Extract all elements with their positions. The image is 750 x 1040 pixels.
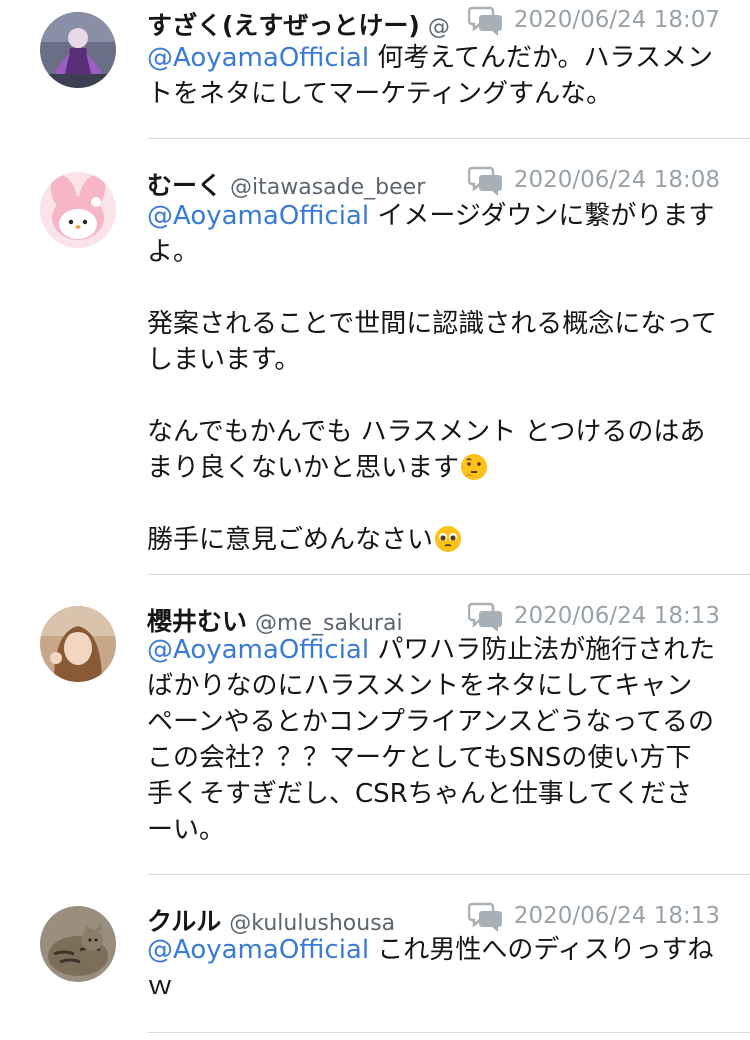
timestamp: 2020/06/24 18:13	[513, 903, 720, 929]
reply-item[interactable]: 櫻井むい @me_sakurai 2020/06/24 18:13 @Aoyama…	[0, 576, 750, 876]
speech-bubbles-icon	[467, 902, 502, 932]
reply-item[interactable]: むーく @itawasade_beer 2020/06/24 18:08 @Aoy…	[0, 140, 750, 576]
thinking-face-icon	[461, 454, 488, 480]
divider	[147, 574, 750, 575]
user-handle[interactable]: @	[428, 15, 450, 40]
reply-paragraph: 発案されることで世間に認識される概念になってしまいます。	[147, 309, 717, 375]
mention-link[interactable]: @AoyamaOfficial	[147, 43, 369, 73]
avatar[interactable]	[40, 172, 116, 248]
timestamp: 2020/06/24 18:07	[513, 7, 720, 33]
timestamp: 2020/06/24 18:08	[513, 167, 720, 193]
speech-bubbles-icon	[467, 6, 502, 36]
display-name[interactable]: すざく(えすぜっとけー)	[147, 11, 420, 40]
reply-paragraph: 勝手に意見ごめんなさい	[147, 525, 434, 555]
divider	[147, 138, 750, 139]
reply-text: @AoyamaOfficial パワハラ防止法が施行されたばかりなのにハラスメン…	[147, 632, 717, 848]
reply-body: パワハラ防止法が施行されたばかりなのにハラスメントをネタにしてキャンペーンやると…	[147, 635, 716, 845]
pleading-face-icon	[435, 526, 462, 552]
reply-item[interactable]: すざく(えすぜっとけー) @ 2020/06/24 18:07 @AoyamaOf…	[0, 0, 750, 140]
reply-text: @AoyamaOfficial 何考えてんだか。ハラスメントをネタにしてマーケテ…	[147, 40, 717, 112]
timestamp: 2020/06/24 18:13	[513, 603, 720, 629]
speech-bubbles-icon	[467, 166, 502, 196]
user-handle[interactable]: @itawasade_beer	[230, 175, 425, 200]
mention-link[interactable]: @AoyamaOfficial	[147, 935, 369, 965]
speech-bubbles-icon	[467, 602, 502, 632]
reply-paragraph: なんでもかんでも ハラスメント とつけるのはあまり良くないかと思います	[147, 417, 706, 483]
display-name[interactable]: むーく	[147, 171, 222, 200]
divider	[147, 874, 750, 875]
reply-text: @AoyamaOfficial これ男性へのディスりっすねｗ	[147, 932, 717, 1004]
avatar[interactable]	[40, 906, 116, 982]
reply-text: @AoyamaOfficial イメージダウンに繋がりますよ。 発案されることで…	[147, 198, 717, 558]
avatar[interactable]	[40, 606, 116, 682]
reply-item[interactable]: クルル @kululushousa 2020/06/24 18:13 @Aoyam…	[0, 876, 750, 1040]
divider	[147, 1032, 750, 1033]
mention-link[interactable]: @AoyamaOfficial	[147, 635, 369, 665]
avatar[interactable]	[40, 12, 116, 88]
mention-link[interactable]: @AoyamaOfficial	[147, 201, 369, 231]
